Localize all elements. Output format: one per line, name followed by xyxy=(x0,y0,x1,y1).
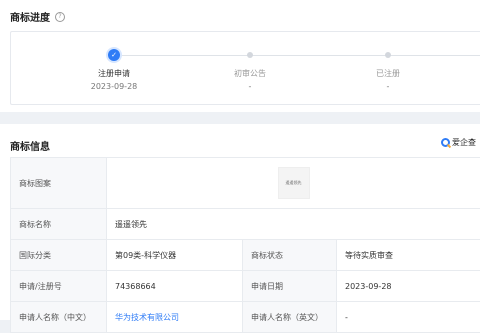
info-title: 商标信息 xyxy=(10,138,50,153)
progress-card: 商标进度 ? ✓ 注册申请 2023-09-28 初审公告 - 已注册 - xyxy=(0,0,480,112)
table-row: 申请人名称（中文） 华为技术有限公司 申请人名称（英文） - xyxy=(11,302,480,333)
class-value: 第09类-科学仪器 xyxy=(107,240,243,271)
progress-title: 商标进度 xyxy=(10,9,50,24)
check-icon: ✓ xyxy=(108,49,120,61)
step-dot xyxy=(247,52,253,58)
applicant-cn-cell: 华为技术有限公司 xyxy=(107,302,243,333)
step-date: - xyxy=(328,82,448,91)
name-label: 商标名称 xyxy=(11,209,107,240)
trademark-image-text: 遥遥领先 xyxy=(286,180,302,186)
step-application: ✓ 注册申请 2023-09-28 xyxy=(54,32,174,104)
aiqicha-badge[interactable]: 爱企查 xyxy=(441,137,476,148)
trademark-info-table: 商标图案 遥遥领先 商标名称 遥遥领先 国际分类 第09类-科学仪器 商标状态 … xyxy=(10,157,480,333)
regno-label: 申请/注册号 xyxy=(11,271,107,302)
status-value: 等待实质审查 xyxy=(337,240,480,271)
aiqicha-logo-icon xyxy=(441,138,450,147)
table-row: 商标图案 遥遥领先 xyxy=(11,158,480,209)
step-label: 初审公告 xyxy=(190,68,310,79)
applicant-cn-label: 申请人名称（中文） xyxy=(11,302,107,333)
table-row: 商标名称 遥遥领先 xyxy=(11,209,480,240)
step-dot xyxy=(385,52,391,58)
progress-section-title: 商标进度 ? xyxy=(10,9,65,24)
step-label: 注册申请 xyxy=(54,68,174,79)
step-date: 2023-09-28 xyxy=(54,82,174,91)
step-date: - xyxy=(190,82,310,91)
step-label: 已注册 xyxy=(328,68,448,79)
applicant-en-label: 申请人名称（英文） xyxy=(243,302,337,333)
table-row: 申请/注册号 74368664 申请日期 2023-09-28 xyxy=(11,271,480,302)
date-label: 申请日期 xyxy=(243,271,337,302)
name-value: 遥遥领先 xyxy=(107,209,480,240)
trademark-image-cell: 遥遥领先 xyxy=(107,158,480,209)
trademark-image[interactable]: 遥遥领先 xyxy=(278,167,310,199)
class-label: 国际分类 xyxy=(11,240,107,271)
trademark-info-card: 商标信息 爱企查 商标图案 遥遥领先 商标名称 遥遥领先 国际分类 第09类-科… xyxy=(0,124,480,320)
applicant-en-value: - xyxy=(337,302,480,333)
question-circle-icon[interactable]: ? xyxy=(55,12,65,22)
step-registered: 已注册 - xyxy=(328,32,448,104)
applicant-cn-link[interactable]: 华为技术有限公司 xyxy=(115,313,179,322)
image-label: 商标图案 xyxy=(11,158,107,209)
date-value: 2023-09-28 xyxy=(337,271,480,302)
regno-value: 74368664 xyxy=(107,271,243,302)
status-label: 商标状态 xyxy=(243,240,337,271)
aiqicha-label: 爱企查 xyxy=(452,137,476,148)
step-preliminary-announcement: 初审公告 - xyxy=(190,32,310,104)
table-row: 国际分类 第09类-科学仪器 商标状态 等待实质审查 xyxy=(11,240,480,271)
progress-timeline: ✓ 注册申请 2023-09-28 初审公告 - 已注册 - xyxy=(10,31,480,105)
